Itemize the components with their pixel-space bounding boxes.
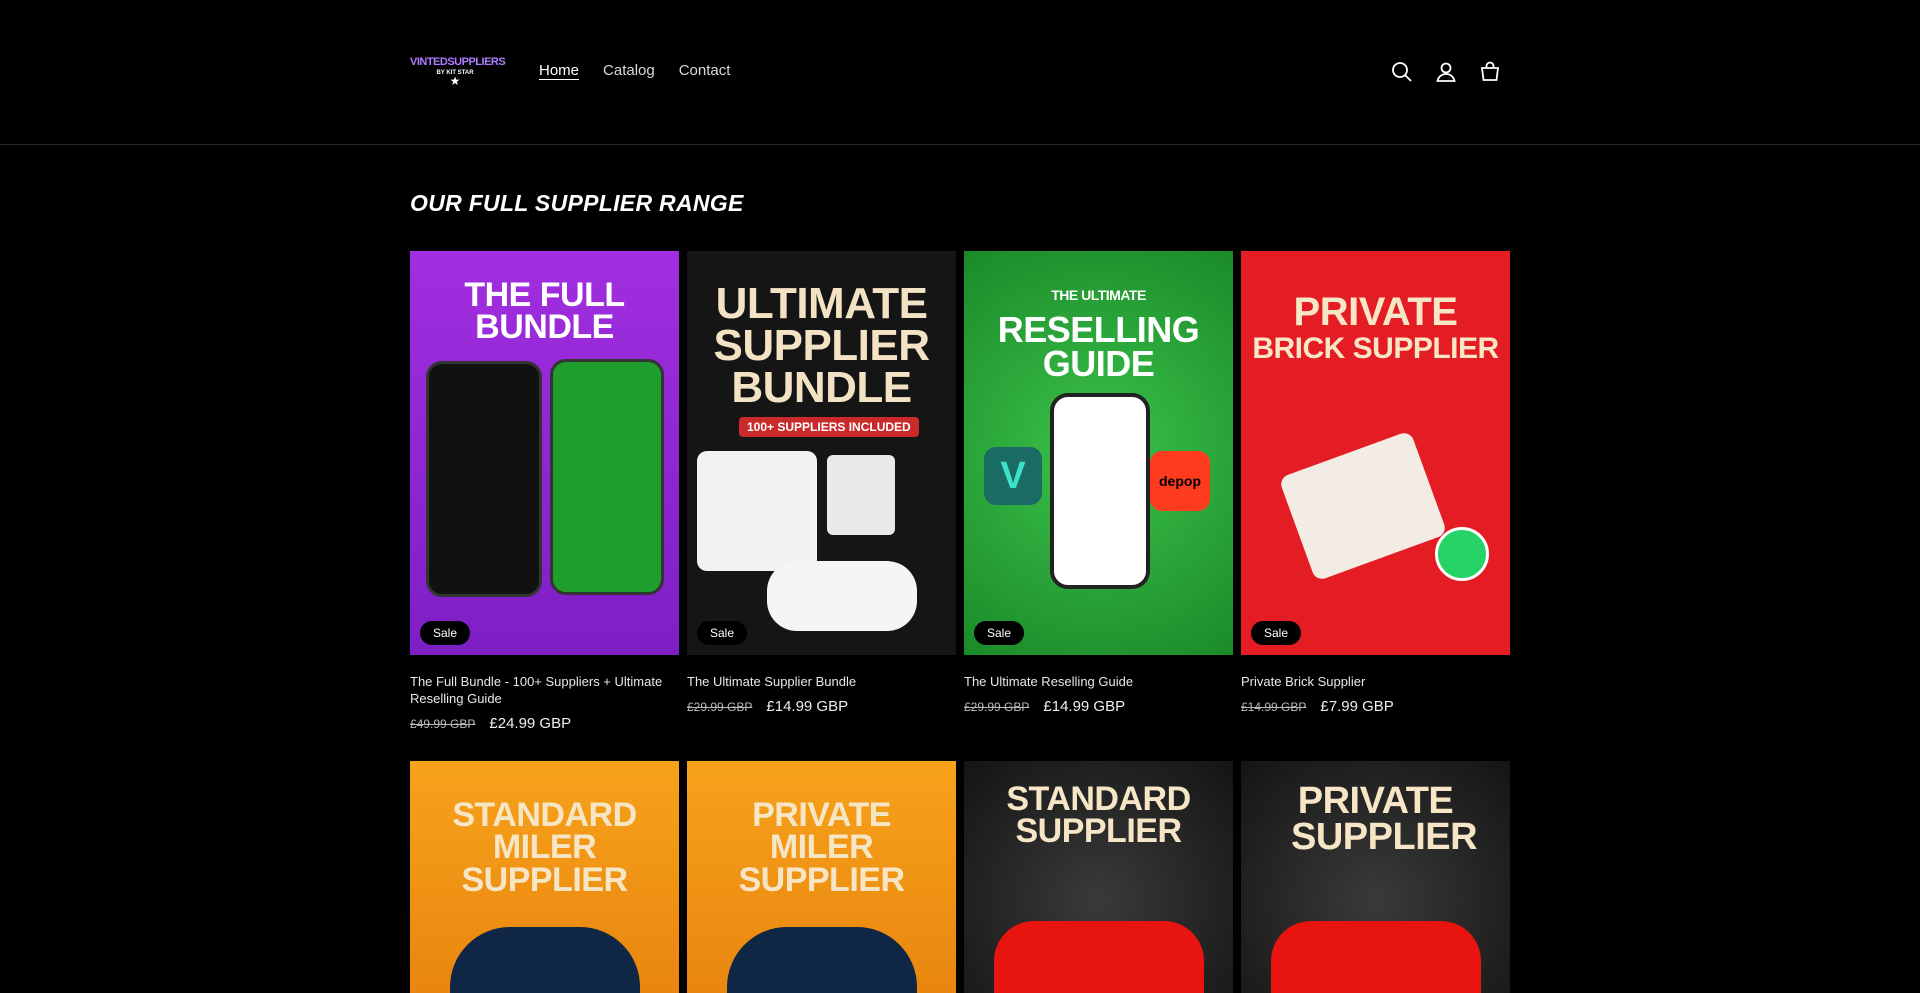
sale-price: £14.99 GBP <box>766 698 849 715</box>
brick-shape <box>1278 430 1448 582</box>
depop-app-icon: depop <box>1150 451 1210 511</box>
phone-left <box>426 361 542 597</box>
nav-home[interactable]: Home <box>539 62 579 79</box>
product-card[interactable]: ULTIMATE SUPPLIER BUNDLE 100+ SUPPLIERS … <box>687 251 956 732</box>
phone-right <box>550 359 664 595</box>
product-image[interactable]: THE ULTIMATE RESELLING GUIDE V depop Sal… <box>964 251 1233 655</box>
product-card[interactable]: STANDARD MILER SUPPLIER <box>410 761 679 993</box>
product-card[interactable]: PRIVATE SUPPLIER <box>1241 761 1510 993</box>
regular-price: £49.99 GBP <box>410 717 476 731</box>
product-card[interactable]: PRIVATE MILER SUPPLIER <box>687 761 956 993</box>
product-grid-row2: STANDARD MILER SUPPLIER PRIVATE MILER SU… <box>410 761 1510 993</box>
sale-price: £24.99 GBP <box>489 715 572 732</box>
main-nav: Home Catalog Contact <box>539 62 730 79</box>
image-heading: RESELLING GUIDE <box>997 309 1200 385</box>
regular-price: £29.99 GBP <box>964 700 1030 714</box>
image-preheading: THE ULTIMATE <box>1051 287 1146 303</box>
nav-catalog[interactable]: Catalog <box>603 62 655 79</box>
regular-price: £29.99 GBP <box>687 700 753 714</box>
image-heading: STANDARD MILER SUPPLIER <box>452 796 637 899</box>
image-subheading: 100+ SUPPLIERS INCLUDED <box>739 417 919 437</box>
product-card[interactable]: STANDARD SUPPLIER <box>964 761 1233 993</box>
image-heading: PRIVATE MILER SUPPLIER <box>738 796 905 899</box>
tshirt-shape <box>697 451 817 571</box>
product-image[interactable]: STANDARD SUPPLIER <box>964 761 1233 993</box>
image-heading: STANDARD SUPPLIER <box>1006 780 1191 851</box>
product-title[interactable]: The Ultimate Supplier Bundle <box>687 673 956 690</box>
tshirt-shape <box>994 921 1204 993</box>
product-price: £49.99 GBP £24.99 GBP <box>410 715 679 732</box>
logo-text: VINTEDSUPPLIERS <box>410 56 506 68</box>
sale-badge: Sale <box>420 621 471 645</box>
sale-badge: Sale <box>974 621 1025 645</box>
product-image[interactable]: STANDARD MILER SUPPLIER <box>410 761 679 993</box>
star-icon: ★ <box>449 74 461 88</box>
cart-icon[interactable] <box>1478 60 1502 84</box>
header-icons <box>1390 60 1502 84</box>
product-title[interactable]: The Ultimate Reselling Guide <box>964 673 1233 690</box>
product-card[interactable]: PRIVATE BRICK SUPPLIER Sale Private Bric… <box>1241 251 1510 732</box>
product-price: £14.99 GBP £7.99 GBP <box>1241 698 1510 715</box>
sale-price: £7.99 GBP <box>1320 698 1394 715</box>
product-image[interactable]: PRIVATE SUPPLIER <box>1241 761 1510 993</box>
image-heading: BRICK SUPPLIER <box>1252 332 1499 365</box>
search-icon[interactable] <box>1390 60 1414 84</box>
product-image[interactable]: PRIVATE BRICK SUPPLIER Sale <box>1241 251 1510 655</box>
tshirt-shape <box>1271 921 1481 993</box>
product-price: £29.99 GBP £14.99 GBP <box>964 698 1233 715</box>
sneakers-shape <box>767 561 917 631</box>
product-price: £29.99 GBP £14.99 GBP <box>687 698 956 715</box>
product-title[interactable]: Private Brick Supplier <box>1241 673 1510 690</box>
site-header: VINTEDSUPPLIERS BY KIT STAR ★ Home Catal… <box>0 0 1920 145</box>
sale-badge: Sale <box>697 621 748 645</box>
product-image[interactable]: PRIVATE MILER SUPPLIER <box>687 761 956 993</box>
account-icon[interactable] <box>1434 60 1458 84</box>
nav-contact[interactable]: Contact <box>679 62 731 79</box>
shorts-shape <box>827 455 895 535</box>
product-image[interactable]: ULTIMATE SUPPLIER BUNDLE 100+ SUPPLIERS … <box>687 251 956 655</box>
phone-shape <box>1050 393 1150 589</box>
site-logo[interactable]: VINTEDSUPPLIERS BY KIT STAR ★ <box>410 44 506 94</box>
section-title: OUR FULL SUPPLIER RANGE <box>410 190 744 216</box>
product-title[interactable]: The Full Bundle - 100+ Suppliers + Ultim… <box>410 673 679 707</box>
sale-price: £14.99 GBP <box>1043 698 1126 715</box>
jacket-shape <box>450 927 640 993</box>
regular-price: £14.99 GBP <box>1241 700 1307 714</box>
sale-badge: Sale <box>1251 621 1302 645</box>
product-image[interactable]: THE FULL BUNDLE Sale <box>410 251 679 655</box>
vinted-app-icon: V <box>984 447 1042 505</box>
image-heading: ULTIMATE SUPPLIER BUNDLE <box>713 279 930 412</box>
whatsapp-icon <box>1435 527 1489 581</box>
product-card[interactable]: THE ULTIMATE RESELLING GUIDE V depop Sal… <box>964 251 1233 732</box>
product-card[interactable]: THE FULL BUNDLE Sale The Full Bundle - 1… <box>410 251 679 732</box>
image-preheading: PRIVATE <box>1293 290 1458 334</box>
jacket-shape <box>727 927 917 993</box>
product-grid: THE FULL BUNDLE Sale The Full Bundle - 1… <box>410 251 1510 732</box>
image-heading: PRIVATE SUPPLIER <box>1291 780 1478 859</box>
image-heading: THE FULL BUNDLE <box>464 276 625 347</box>
